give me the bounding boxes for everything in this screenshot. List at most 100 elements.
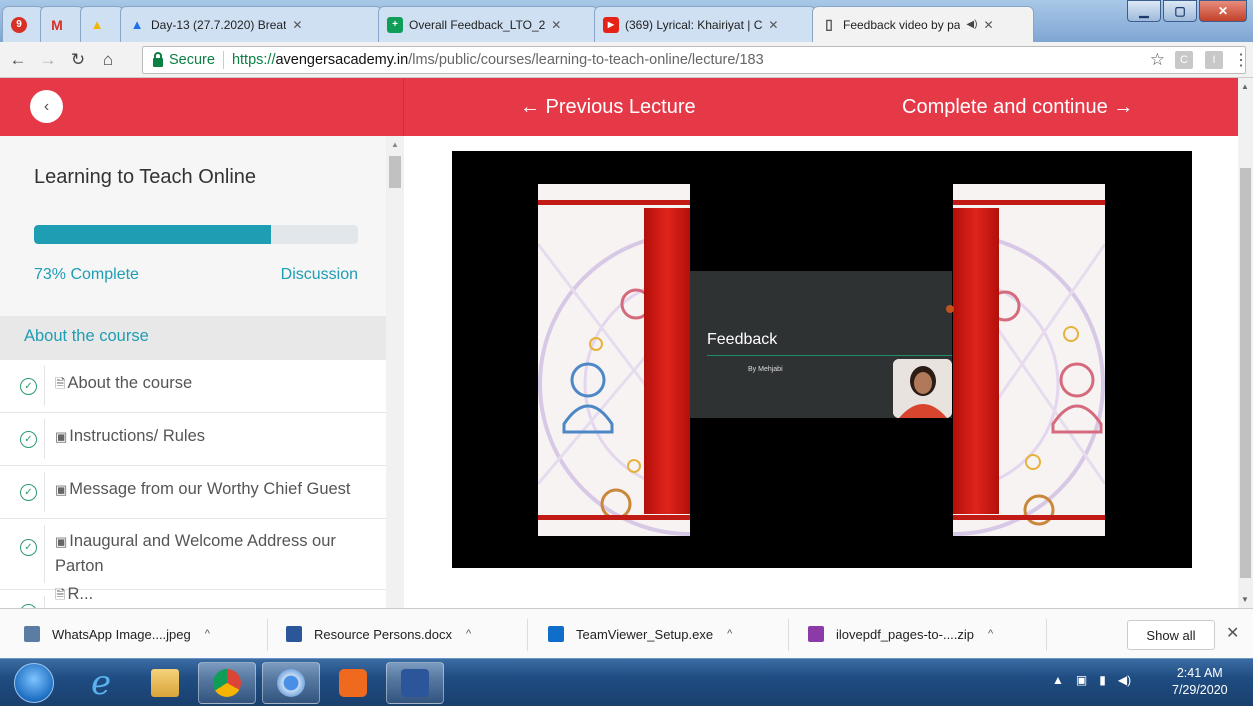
tab-day13[interactable]: ▲ Day-13 (27.7.2020) Breat ✕	[120, 6, 382, 42]
drive-icon: ▲	[90, 17, 104, 32]
progress-label: 73% Complete	[34, 266, 139, 283]
back-arrow-icon[interactable]: ←	[6, 48, 30, 72]
menu-dots-icon[interactable]: ⋮	[1233, 50, 1249, 70]
extension-icon[interactable]: C	[1175, 51, 1193, 69]
browser-toolbar: ← → ↻ ⌂ Secure https://avengersacademy.i…	[0, 42, 1253, 78]
scroll-up-arrow-icon[interactable]: ▲	[1241, 82, 1249, 91]
tab-title: Feedback video by pa	[843, 17, 961, 32]
scrollbar-thumb[interactable]	[389, 156, 401, 188]
progress-fill	[34, 225, 271, 244]
discussion-link[interactable]: Discussion	[281, 266, 358, 284]
windows-taskbar: e ▲ ▣ ▮ ◀) 2:41 AM 7/29/2020	[0, 658, 1253, 706]
start-button[interactable]	[14, 663, 54, 703]
close-icon[interactable]: ✕	[551, 18, 561, 32]
download-filename: ilovepdf_pages-to-....zip	[836, 626, 975, 642]
media-player-icon[interactable]	[324, 662, 382, 704]
close-icon[interactable]: ✕	[983, 18, 993, 32]
close-icon[interactable]: ✕	[292, 18, 302, 32]
tab-feedback-video[interactable]: ▯ Feedback video by pa ◀) ✕	[812, 6, 1034, 42]
lecture-item[interactable]: ✓ ▣ Instructions/ Rules	[0, 413, 386, 466]
lecture-item[interactable]: ✓ ▣ Inaugural and Welcome Address our Par…	[0, 519, 386, 590]
chrome-icon[interactable]	[198, 662, 256, 704]
reload-icon[interactable]: ↻	[66, 48, 90, 72]
bookmark-star-icon[interactable]: ☆	[1150, 50, 1165, 70]
download-filename: TeamViewer_Setup.exe	[576, 626, 714, 642]
internet-explorer-icon[interactable]: e	[72, 662, 130, 704]
drive-icon: ▲	[130, 17, 144, 32]
download-item[interactable]: WhatsApp Image....jpeg ^	[24, 621, 210, 647]
maximize-button[interactable]: ▢	[1163, 0, 1197, 22]
word-icon[interactable]	[386, 662, 444, 704]
check-circle-icon: ✓	[20, 484, 37, 501]
system-tray: ▲ ▣ ▮ ◀)	[1052, 673, 1131, 687]
tab-sheets[interactable]: 9	[2, 6, 44, 42]
scroll-up-arrow-icon[interactable]: ▲	[391, 140, 399, 149]
video-icon: ▣	[55, 429, 68, 444]
download-shelf: WhatsApp Image....jpeg ^ Resource Person…	[0, 608, 1253, 658]
clock-date: 7/29/2020	[1172, 683, 1228, 697]
download-item[interactable]: ilovepdf_pages-to-....zip ^	[808, 621, 993, 647]
course-title: Learning to Teach Online	[34, 166, 257, 188]
tab-overall-feedback[interactable]: + Overall Feedback_LTO_2 ✕	[378, 6, 598, 42]
close-icon[interactable]: ✕	[1226, 623, 1239, 643]
file-explorer-icon[interactable]	[136, 662, 194, 704]
window-close-button[interactable]: ✕	[1199, 0, 1247, 22]
lecture-item[interactable]: ✓ 🗎 About the course	[0, 360, 386, 413]
chrome-window-icon[interactable]	[262, 662, 320, 704]
participant-video-thumbnail	[893, 359, 952, 418]
lecture-item[interactable]: ✓ 🗎R...	[0, 585, 386, 608]
system-clock[interactable]: 2:41 AM 7/29/2020	[1172, 665, 1228, 699]
presentation-slide: Feedback By Mehjabi	[690, 271, 954, 418]
document-icon: 🗎	[55, 376, 66, 391]
slide-decoration-left	[538, 184, 690, 536]
download-item[interactable]: TeamViewer_Setup.exe ^	[548, 621, 732, 647]
word-file-icon	[286, 626, 302, 642]
page-scrollbar[interactable]: ▲ ▼	[1238, 78, 1253, 608]
check-circle-icon: ✓	[20, 539, 37, 556]
slide-subtitle: By Mehjabi	[748, 366, 783, 373]
tab-gmail[interactable]: M	[40, 6, 84, 42]
chevron-up-icon[interactable]: ^	[466, 628, 471, 640]
lecture-title: R...	[67, 585, 94, 603]
video-player[interactable]: Feedback By Mehjabi	[452, 151, 1192, 568]
sheets-red-icon: 9	[11, 16, 27, 33]
teamviewer-icon	[548, 626, 564, 642]
chevron-up-icon[interactable]: ^	[988, 628, 993, 640]
tab-drive[interactable]: ▲	[80, 6, 124, 42]
section-title[interactable]: About the course	[0, 316, 386, 360]
lecture-item[interactable]: ✓ ▣ Message from our Worthy Chief Guest	[0, 466, 386, 519]
action-center-icon[interactable]: ▣	[1076, 673, 1087, 687]
volume-icon[interactable]: ◀)	[1118, 673, 1131, 687]
minimize-button[interactable]: ▁	[1127, 0, 1161, 22]
address-bar[interactable]: Secure https://avengersacademy.in/lms/pu…	[142, 46, 1246, 74]
close-icon[interactable]: ✕	[768, 18, 778, 32]
check-circle-icon: ✓	[20, 431, 37, 448]
network-signal-icon[interactable]: ▮	[1099, 673, 1106, 687]
extension-icon[interactable]: I	[1205, 51, 1223, 69]
scrollbar-thumb[interactable]	[1240, 168, 1251, 578]
scroll-down-arrow-icon[interactable]: ▼	[1241, 595, 1249, 604]
tab-youtube[interactable]: ▶ (369) Lyrical: Khairiyat | C ✕	[594, 6, 816, 42]
chevron-up-icon[interactable]: ^	[727, 628, 732, 640]
home-icon[interactable]: ⌂	[96, 48, 120, 72]
window-controls: ▁ ▢ ✕	[1127, 0, 1247, 22]
show-hidden-icons-icon[interactable]: ▲	[1052, 673, 1064, 687]
sidebar-scrollbar[interactable]: ▲	[386, 136, 404, 608]
download-item[interactable]: Resource Persons.docx ^	[286, 621, 471, 647]
video-icon: ▣	[55, 482, 68, 497]
download-filename: WhatsApp Image....jpeg	[52, 626, 191, 642]
chevron-up-icon[interactable]: ^	[205, 628, 210, 640]
back-button[interactable]: ‹	[30, 90, 63, 123]
browser-tab-strip: 9 M ▲ ▲ Day-13 (27.7.2020) Breat ✕ + Ove…	[0, 0, 1253, 42]
archive-file-icon	[808, 626, 824, 642]
clock-time: 2:41 AM	[1176, 666, 1223, 680]
complete-and-continue-button[interactable]: Complete and continue →	[902, 96, 1133, 119]
tab-title: Day-13 (27.7.2020) Breat	[151, 17, 287, 32]
lecture-header: ‹ ← Previous Lecture Complete and contin…	[0, 78, 1238, 136]
url-scheme: https://	[231, 52, 276, 68]
previous-lecture-link[interactable]: ← Previous Lecture	[520, 96, 696, 119]
audio-playing-icon[interactable]: ◀)	[966, 19, 977, 30]
gmail-icon: M	[51, 16, 63, 33]
forward-arrow-icon[interactable]: →	[36, 48, 60, 72]
show-all-button[interactable]: Show all	[1127, 620, 1215, 650]
